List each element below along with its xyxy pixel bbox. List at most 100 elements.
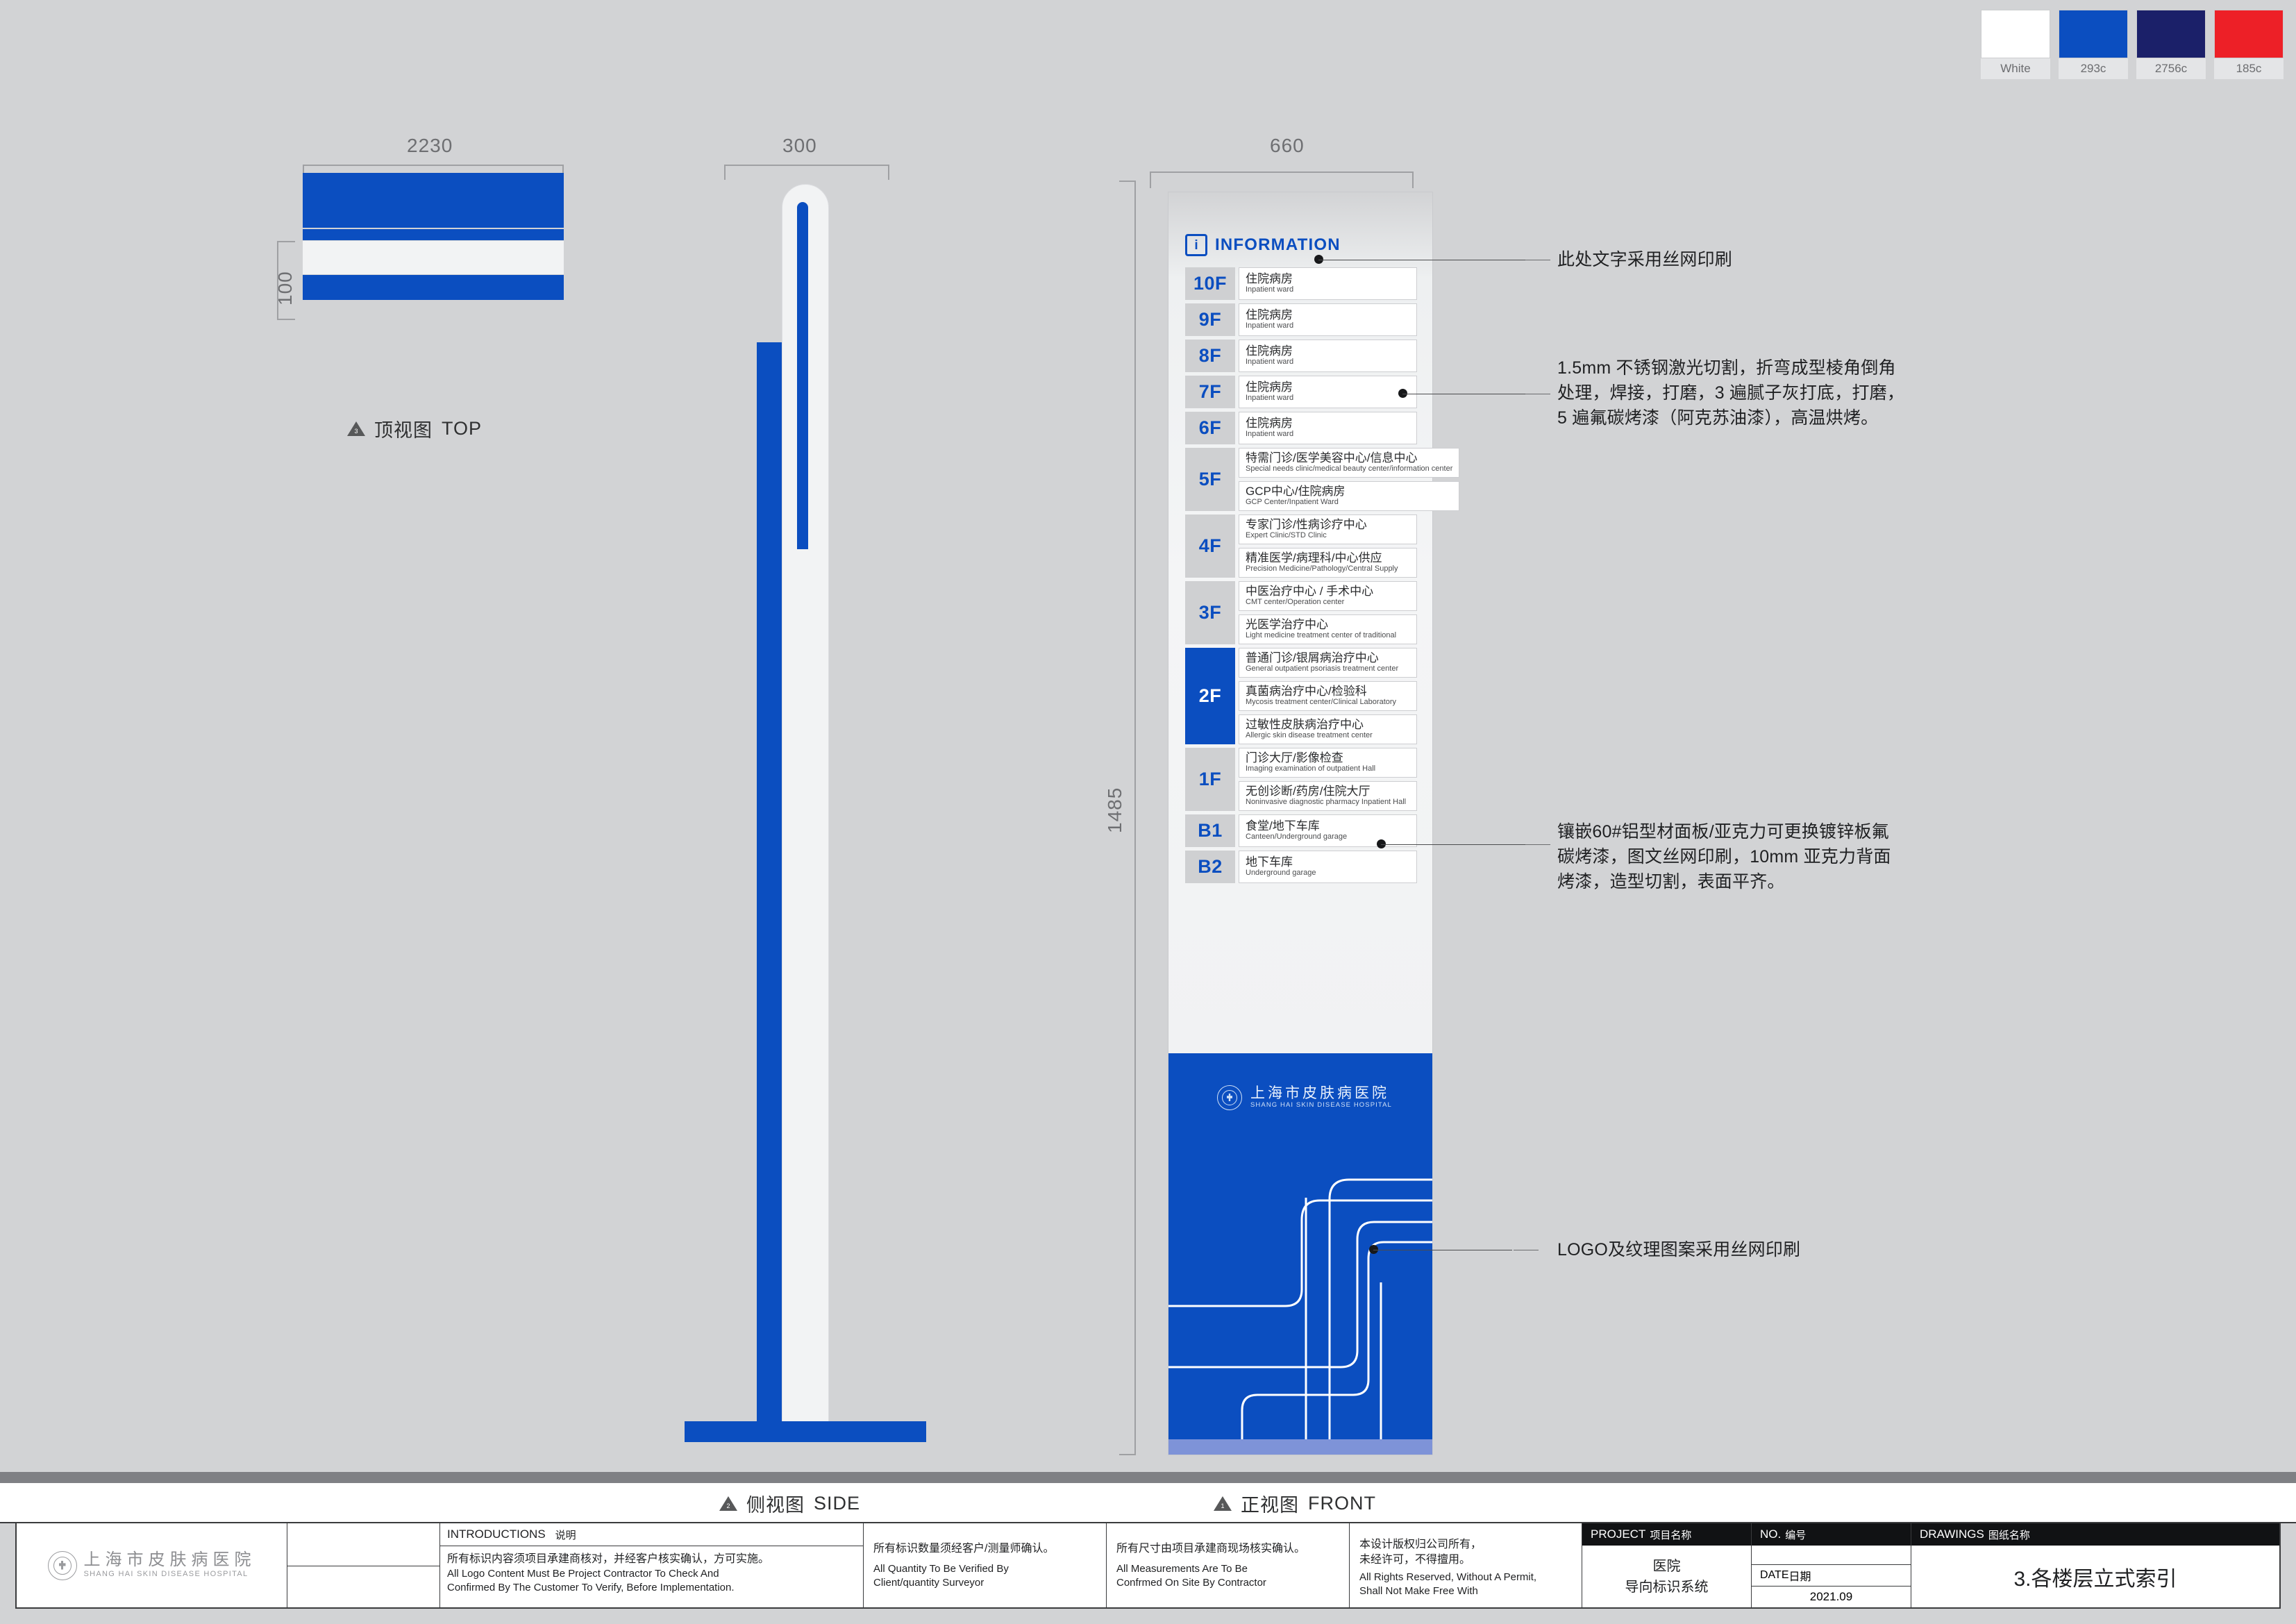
annotation-note-2-line-3: 5 遍氟碳烤漆（阿克苏油漆），高温烘烤。 (1557, 408, 1879, 428)
quantity-note-en-line-2: Client/quantity Surveyor (873, 1577, 984, 1589)
titleblock-hospital-cn: 上海市皮肤病医院 (83, 1550, 256, 1569)
floor-entry: 住院病房 Inpatient ward (1239, 303, 1417, 336)
view-marker-triangle-icon: 2 (719, 1496, 737, 1511)
floor-entry-cn: 真菌病治疗中心/检验科 (1246, 685, 1367, 698)
floor-entry-en: Imaging examination of outpatient Hall (1246, 764, 1376, 773)
info-icon-glyph: i (1194, 237, 1198, 253)
floor-entry-en: Underground garage (1246, 869, 1316, 877)
floor-entry-cn: 住院病房 (1246, 380, 1293, 394)
drawings-header-en: DRAWINGS (1920, 1527, 1984, 1541)
introductions-header-en: INTRODUCTIONS (447, 1527, 546, 1541)
floor-entry-cn: 住院病房 (1246, 272, 1293, 285)
view-caption-front: 1 正视图 FRONT (1214, 1490, 1376, 1517)
dim-tick (724, 165, 726, 180)
leader-line (1381, 844, 1547, 845)
swatch-label: 185c (2214, 58, 2284, 79)
view-label-cn: 侧视图 (746, 1495, 805, 1516)
drawings-header: DRAWINGS 图纸名称 (1911, 1523, 2279, 1546)
floor-entry: 门诊大厅/影像检查 Imaging examination of outpatie… (1239, 748, 1417, 778)
floor-badge: 7F (1185, 376, 1235, 408)
swatch-label: White (1981, 58, 2050, 79)
annotation-note-2: 1.5mm 不锈钢激光切割，折弯成型棱角倒角 处理，焊接，打磨，3 遍腻子灰打底… (1557, 355, 1904, 430)
floor-entry-en: Inpatient ward (1246, 285, 1294, 294)
floor-entry-cn: 精准医学/病理科/中心供应 (1246, 551, 1382, 564)
floor-entry-cn: 过敏性皮肤病治疗中心 (1246, 718, 1364, 731)
date-value: 2021.09 (1809, 1590, 1853, 1603)
side-view-post (757, 342, 782, 1434)
dimension-top-width: 2230 (407, 135, 453, 156)
top-view-drawing (303, 173, 564, 300)
project-header-cn: 项目名称 (1650, 1529, 1692, 1541)
swatch-chip-185c (2214, 10, 2284, 58)
floor-entry: 真菌病治疗中心/检验科 Mycosis treatment center/Clin… (1239, 681, 1417, 711)
title-block-measurements-note: 所有尺寸由项目承建商现场核实确认。 All Measurements Are T… (1107, 1523, 1350, 1607)
front-view-base-strip (1168, 1439, 1432, 1455)
color-swatch: White (1981, 10, 2050, 79)
floor-entries: 中医治疗中心 / 手术中心 CMT center/Operation center… (1235, 581, 1417, 644)
floor-row: 9F 住院病房 Inpatient ward (1185, 303, 1417, 336)
dimension-front-width: 660 (1270, 135, 1305, 156)
view-label-en: TOP (442, 418, 483, 439)
project-value-line-1: 医院 (1652, 1558, 1681, 1574)
floor-entries: 住院病房 Inpatient ward (1235, 412, 1417, 444)
front-view-board: i INFORMATION 10F 住院病房 Inpatient ward 9F 住院病… (1168, 192, 1460, 1053)
dimension-side-width: 300 (782, 135, 817, 156)
number-header-cn: 编号 (1785, 1529, 1807, 1541)
floor-entry: 普通门诊/银屑病治疗中心 General outpatient psoriasis… (1239, 648, 1417, 678)
floor-entry-en: Noninvasive diagnostic pharmacy Inpatien… (1246, 798, 1407, 806)
view-label-en: SIDE (814, 1493, 861, 1514)
color-swatch: 293c (2059, 10, 2128, 79)
dim-tick (888, 165, 889, 180)
information-header: i INFORMATION (1185, 234, 1341, 256)
floor-row: 10F 住院病房 Inpatient ward (1185, 267, 1417, 300)
project-header-en: PROJECT (1591, 1527, 1646, 1541)
floor-entries: 住院病房 Inpatient ward (1235, 303, 1417, 336)
floor-entry: 过敏性皮肤病治疗中心 Allergic skin disease treatmen… (1239, 714, 1417, 744)
number-header-en: NO. (1760, 1527, 1782, 1541)
floor-row: 1F 门诊大厅/影像检查 Imaging examination of outpat… (1185, 748, 1417, 811)
annotation-note-3-line-3: 烤漆，造型切割，表面平齐。 (1557, 872, 1785, 891)
swatch-chip-293c (2059, 10, 2128, 58)
dimension-line-front (1150, 171, 1414, 173)
view-index: 3 (354, 428, 358, 435)
project-value-line-2: 导向标识系统 (1625, 1579, 1709, 1595)
floor-entry-en: GCP Center/Inpatient Ward (1246, 498, 1339, 506)
floor-row: 7F 住院病房 Inpatient ward (1185, 376, 1417, 408)
swatch-label: 2756c (2136, 58, 2206, 79)
floor-entry-en: Light medicine treatment center of tradi… (1246, 631, 1397, 639)
floor-row: 6F 住院病房 Inpatient ward (1185, 412, 1417, 444)
floor-entry-cn: 光医学治疗中心 (1246, 618, 1328, 631)
quantity-note-cn: 所有标识数量须经客户/测量师确认。 (873, 1543, 1055, 1555)
title-block-copyright-note: 本设计版权归公司所有， 未经许可，不得擅用。 All Rights Reserv… (1350, 1523, 1582, 1607)
floor-entry: 住院病房 Inpatient ward (1239, 376, 1417, 408)
floor-entry: 食堂/地下车库 Canteen/Underground garage (1239, 814, 1417, 847)
floor-entries: 食堂/地下车库 Canteen/Underground garage (1235, 814, 1417, 847)
information-title: INFORMATION (1215, 235, 1341, 254)
floor-entry-cn: 住院病房 (1246, 344, 1293, 358)
title-block-quantity-note: 所有标识数量须经客户/测量师确认。 All Quantity To Be Ver… (864, 1523, 1107, 1607)
introductions-header-cn: 说明 (555, 1529, 576, 1541)
floor-entry-en: Inpatient ward (1246, 394, 1294, 402)
side-view-drawing (685, 184, 926, 1455)
view-label-en: FRONT (1308, 1493, 1376, 1514)
floor-badge: 9F (1185, 303, 1235, 336)
floor-entries: 住院病房 Inpatient ward (1235, 267, 1417, 300)
hospital-seal-icon (47, 1550, 77, 1580)
front-view-blue-panel: 上海市皮肤病医院 SHANG HAI SKIN DISEASE HOSPITAL (1168, 1053, 1432, 1455)
date-label-en: DATE (1760, 1569, 1789, 1581)
title-block-number: NO. 编号 DATE 日期 2021.09 (1752, 1523, 1911, 1607)
floor-entry: 专家门诊/性病诊疗中心 Expert Clinic/STD Clinic (1239, 514, 1417, 544)
floor-entry-en: General outpatient psoriasis treatment c… (1246, 664, 1399, 673)
floor-entries: 专家门诊/性病诊疗中心 Expert Clinic/STD Clinic 精准医学/… (1235, 514, 1417, 578)
measurements-note-en-line-1: All Measurements Are To Be (1116, 1563, 1248, 1575)
floor-row: 2F 普通门诊/银屑病治疗中心 General outpatient psorias… (1185, 648, 1417, 744)
annotation-note-4: LOGO及纹理图案采用丝网印刷 (1557, 1240, 1801, 1259)
floor-badge: 10F (1185, 267, 1235, 300)
titleblock-hospital-en: SHANG HAI SKIN DISEASE HOSPITAL (83, 1570, 249, 1578)
title-block-blank-cell (287, 1523, 440, 1607)
floor-badge: B1 (1185, 814, 1235, 847)
floor-entry-cn: 普通门诊/银屑病治疗中心 (1246, 651, 1379, 664)
view-label-cn: 正视图 (1241, 1495, 1299, 1516)
top-view-band-lower (303, 275, 564, 300)
color-swatch-bar: White 293c 2756c 185c (1981, 10, 2284, 79)
